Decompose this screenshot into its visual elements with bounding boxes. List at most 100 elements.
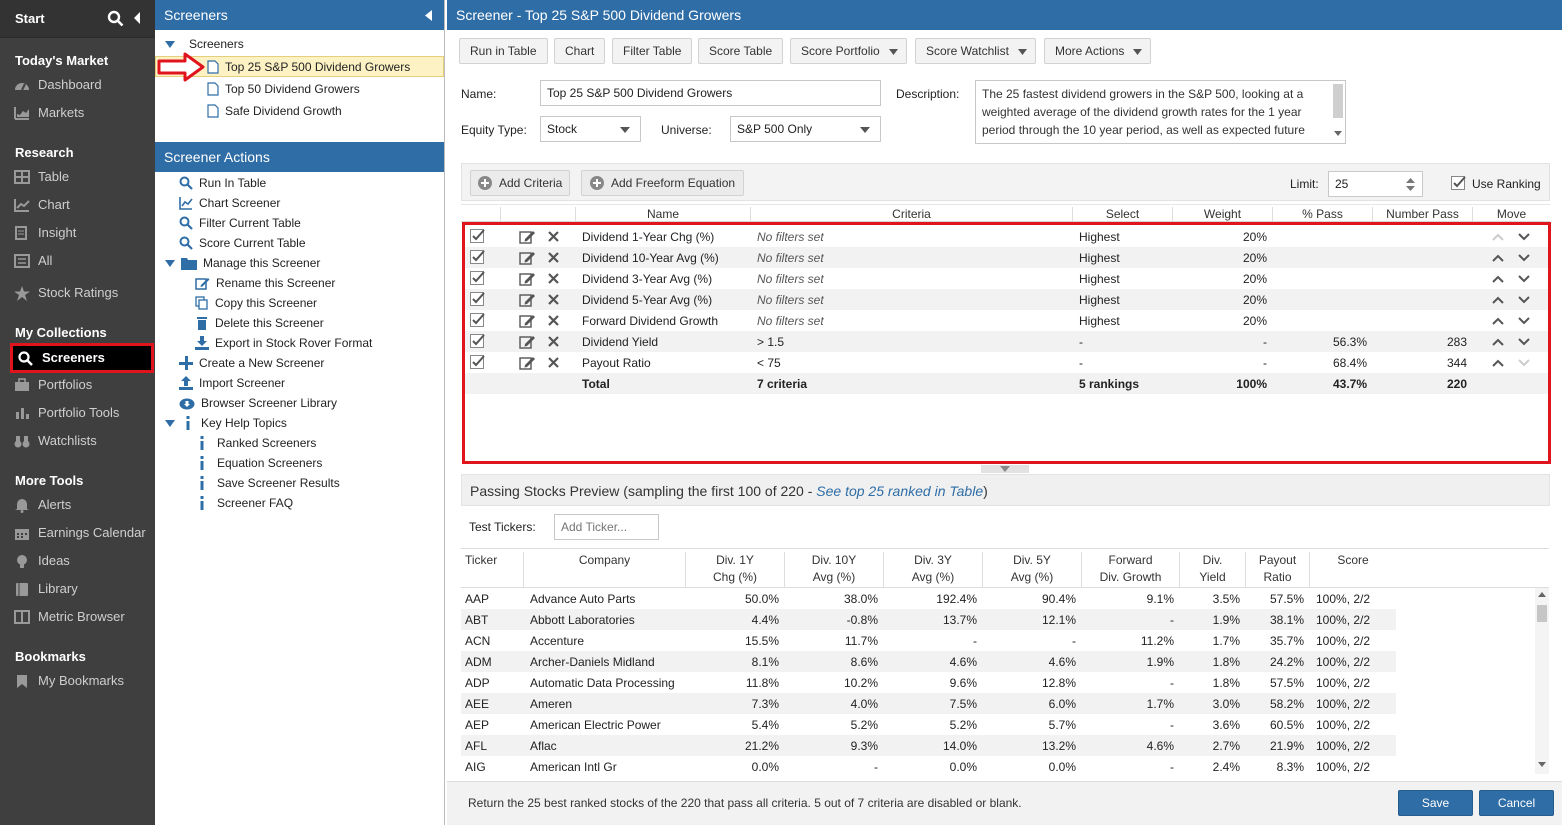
action-chart-screener[interactable]: Chart Screener bbox=[179, 193, 280, 213]
nav-item-markets[interactable]: Markets bbox=[12, 102, 152, 124]
more-actions-dropdown[interactable]: More Actions bbox=[1044, 38, 1152, 64]
run-in-table-button[interactable]: Run in Table bbox=[459, 38, 548, 64]
search-icon[interactable] bbox=[107, 10, 124, 27]
score-table-button[interactable]: Score Table bbox=[698, 38, 784, 64]
limit-spinner[interactable]: 25 bbox=[1328, 171, 1423, 197]
action-key-help-topics[interactable]: Key Help Topics bbox=[165, 413, 287, 433]
help-equation-screeners[interactable]: Equation Screeners bbox=[199, 453, 322, 473]
action-browse-library[interactable]: Browser Screener Library bbox=[179, 393, 337, 413]
action-score-current-table[interactable]: Score Current Table bbox=[179, 233, 306, 253]
help-screener-faq[interactable]: Screener FAQ bbox=[199, 493, 293, 513]
stock-row[interactable]: AEE Ameren 7.3% 4.0% 7.5% 6.0% 1.7% 3.0% 58.2% 10… bbox=[461, 693, 1396, 714]
nav-item-ideas[interactable]: Ideas bbox=[12, 550, 152, 572]
stock-col-header[interactable]: Payout Ratio bbox=[1246, 552, 1310, 588]
nav-item-alerts[interactable]: Alerts bbox=[12, 494, 152, 516]
tree-item-screener[interactable]: Top 25 S&P 500 Dividend Growers bbox=[207, 57, 410, 77]
scroll-up-icon[interactable] bbox=[1538, 592, 1546, 597]
description-scrollbar[interactable] bbox=[1333, 84, 1343, 118]
see-top-ranked-link[interactable]: See top 25 ranked in Table bbox=[816, 483, 983, 499]
action-export-screener[interactable]: Export in Stock Rover Format bbox=[195, 333, 372, 353]
stock-col-header[interactable]: Ticker bbox=[461, 552, 524, 588]
save-button[interactable]: Save bbox=[1398, 790, 1473, 816]
stocks-scrollbar[interactable] bbox=[1535, 588, 1549, 774]
action-delete-screener[interactable]: Delete this Screener bbox=[195, 313, 324, 333]
equity-type-select[interactable]: Stock bbox=[540, 116, 641, 142]
action-run-in-table[interactable]: Run In Table bbox=[179, 173, 266, 193]
help-ranked-screeners[interactable]: Ranked Screeners bbox=[199, 433, 316, 453]
nav-item-earnings-calendar[interactable]: Earnings Calendar bbox=[12, 522, 152, 544]
stock-col-header[interactable]: Forward Div. Growth bbox=[1082, 552, 1180, 588]
help-save-results[interactable]: Save Screener Results bbox=[199, 473, 340, 493]
action-create-new-screener[interactable]: Create a New Screener bbox=[179, 353, 324, 373]
stock-col-header[interactable]: Div. 5Y Avg (%) bbox=[983, 552, 1082, 588]
expand-down-icon[interactable] bbox=[165, 259, 175, 267]
nav-item-dashboard[interactable]: Dashboard bbox=[12, 74, 152, 96]
stock-col-header[interactable]: Score bbox=[1310, 552, 1396, 588]
stock-row[interactable]: ACN Accenture 15.5% 11.7% - - 11.2% 1.7% 35.7% 10… bbox=[461, 630, 1396, 651]
description-textarea[interactable]: The 25 fastest dividend growers in the S… bbox=[975, 80, 1346, 144]
spinner-arrows-icon[interactable] bbox=[1406, 178, 1415, 191]
add-criteria-button[interactable]: Add Criteria bbox=[470, 170, 571, 196]
cancel-button[interactable]: Cancel bbox=[1479, 790, 1554, 816]
scroll-down-icon[interactable] bbox=[1334, 131, 1342, 136]
stock-row[interactable]: ADM Archer-Daniels Midland 8.1% 8.6% 4.6% 4.6… bbox=[461, 651, 1396, 672]
scroll-down-icon[interactable] bbox=[1538, 762, 1546, 767]
col-header[interactable]: % Pass bbox=[1273, 207, 1373, 221]
expand-down-icon[interactable] bbox=[165, 419, 175, 427]
nav-item-watchlists[interactable]: Watchlists bbox=[12, 430, 152, 452]
action-copy-screener[interactable]: Copy this Screener bbox=[195, 293, 317, 313]
splitter-handle[interactable] bbox=[981, 465, 1029, 473]
universe-select[interactable]: S&P 500 Only bbox=[730, 116, 881, 142]
forward-div-growth: - bbox=[1170, 675, 1174, 690]
nav-item-metric-browser[interactable]: Metric Browser bbox=[12, 606, 152, 628]
add-freeform-equation-button[interactable]: Add Freeform Equation bbox=[581, 170, 745, 196]
nav-item-stock-ratings[interactable]: Stock Ratings bbox=[12, 282, 152, 304]
filter-table-button[interactable]: Filter Table bbox=[612, 38, 693, 64]
stocks-scroll-thumb[interactable] bbox=[1537, 605, 1547, 622]
criteria-highlight-box bbox=[462, 222, 1551, 464]
col-header[interactable]: Name bbox=[576, 207, 751, 221]
col-header[interactable]: Select bbox=[1073, 207, 1173, 221]
nav-item-all[interactable]: All bbox=[12, 250, 152, 272]
stock-col-header[interactable]: Div. Yield bbox=[1180, 552, 1246, 588]
col-header[interactable]: Number Pass bbox=[1373, 207, 1473, 221]
stock-row[interactable]: AAP Advance Auto Parts 50.0% 38.0% 192.4% 90.… bbox=[461, 588, 1396, 609]
col-header[interactable]: Criteria bbox=[751, 207, 1073, 221]
nav-item-table[interactable]: Table bbox=[12, 166, 152, 188]
stock-row[interactable]: AEP American Electric Power 5.4% 5.2% 5.2% 5.… bbox=[461, 714, 1396, 735]
nav-item-chart[interactable]: Chart bbox=[12, 194, 152, 216]
stock-col-header[interactable]: Div. 10Y Avg (%) bbox=[785, 552, 884, 588]
col-header[interactable]: Weight bbox=[1173, 207, 1273, 221]
nav-item-screeners[interactable]: Screeners bbox=[10, 343, 154, 373]
action-manage-screener[interactable]: Manage this Screener bbox=[165, 253, 320, 273]
collapse-panel-icon[interactable] bbox=[425, 10, 432, 21]
nav-item-library[interactable]: Library bbox=[12, 578, 152, 600]
stock-col-header[interactable]: Company bbox=[524, 552, 686, 588]
stock-row[interactable]: AFL Aflac 21.2% 9.3% 14.0% 13.2% 4.6% 2.7% 21.9%… bbox=[461, 735, 1396, 756]
tree-item-screener[interactable]: Top 50 Dividend Growers bbox=[207, 79, 360, 99]
action-filter-current-table[interactable]: Filter Current Table bbox=[179, 213, 301, 233]
chart-button[interactable]: Chart bbox=[554, 38, 606, 64]
tree-item-screener[interactable]: Safe Dividend Growth bbox=[207, 101, 342, 121]
tree-root-screeners[interactable]: Screeners bbox=[165, 34, 244, 54]
stock-col-header[interactable]: Div. 1Y Chg (%) bbox=[686, 552, 785, 588]
stock-col-header[interactable]: Div. 3Y Avg (%) bbox=[884, 552, 983, 588]
nav-item-my-bookmarks[interactable]: My Bookmarks bbox=[12, 670, 152, 692]
add-ticker-input[interactable] bbox=[554, 514, 659, 540]
col-header[interactable]: Move bbox=[1473, 207, 1550, 221]
nav-item-portfolio-tools[interactable]: Portfolio Tools bbox=[12, 402, 152, 424]
action-import-screener[interactable]: Import Screener bbox=[179, 373, 285, 393]
use-ranking-checkbox[interactable]: Use Ranking bbox=[1451, 176, 1541, 191]
collapse-left-icon[interactable] bbox=[133, 12, 141, 24]
score-portfolio-dropdown[interactable]: Score Portfolio bbox=[790, 38, 907, 64]
name-input[interactable]: Top 25 S&P 500 Dividend Growers bbox=[540, 80, 881, 106]
nav-start[interactable]: Start bbox=[15, 11, 45, 26]
stock-row[interactable]: AIG American Intl Gr 0.0% - 0.0% 0.0% - 2.4% 8.3… bbox=[461, 756, 1396, 777]
stock-row[interactable]: ADP Automatic Data Processing 11.8% 10.2% 9.… bbox=[461, 672, 1396, 693]
stock-row[interactable]: ABT Abbott Laboratories 4.4% -0.8% 13.7% 12.1… bbox=[461, 609, 1396, 630]
action-rename-screener[interactable]: Rename this Screener bbox=[195, 273, 335, 293]
expand-down-icon[interactable] bbox=[165, 40, 175, 48]
score-watchlist-dropdown[interactable]: Score Watchlist bbox=[915, 38, 1036, 64]
nav-item-insight[interactable]: Insight bbox=[12, 222, 152, 244]
nav-item-portfolios[interactable]: Portfolios bbox=[12, 374, 152, 396]
